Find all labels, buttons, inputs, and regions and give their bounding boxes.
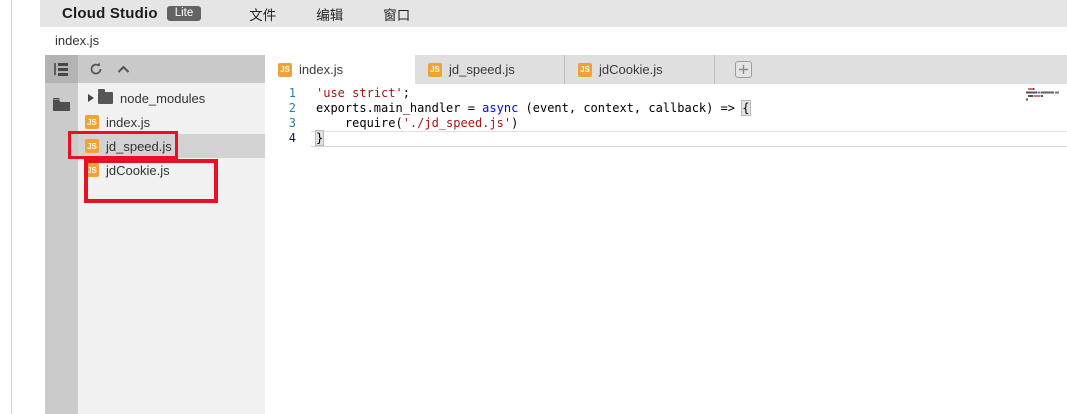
new-tab-button[interactable] <box>715 55 771 84</box>
tree-item-jdcookie-js[interactable]: JS jdCookie.js <box>78 158 265 182</box>
code-editor[interactable]: 1234 'use strict';exports.main_handler =… <box>265 84 1067 414</box>
tree-item-label: node_modules <box>120 91 205 106</box>
tree-item-label: jd_speed.js <box>106 139 172 154</box>
js-file-icon: JS <box>428 63 442 77</box>
line-number[interactable]: 3 <box>265 116 311 131</box>
tab-label: jd_speed.js <box>449 62 515 77</box>
js-file-icon: JS <box>278 63 292 77</box>
tree-item-label: index.js <box>106 115 150 130</box>
line-number[interactable]: 1 <box>265 86 311 101</box>
tab-index-js[interactable]: JS index.js <box>265 55 415 84</box>
code-line[interactable]: exports.main_handler = async (event, con… <box>316 101 1021 116</box>
code-line[interactable]: 'use strict'; <box>316 86 1021 101</box>
app-logo: Cloud Studio <box>62 5 158 22</box>
js-file-icon: JS <box>85 139 99 153</box>
file-tree: node_modules JS index.js JS jd_speed.js … <box>78 83 265 182</box>
tab-jdcookie-js[interactable]: JS jdCookie.js <box>565 55 715 84</box>
line-number[interactable]: 4 <box>265 131 311 146</box>
tab-jd-speed-js[interactable]: JS jd_speed.js <box>415 55 565 84</box>
tree-item-index-js[interactable]: JS index.js <box>78 110 265 134</box>
explorer-toolbar <box>78 55 265 83</box>
line-number-gutter[interactable]: 1234 <box>265 86 311 146</box>
tab-label: jdCookie.js <box>599 62 663 77</box>
code-lines[interactable]: 'use strict';exports.main_handler = asyn… <box>316 86 1021 146</box>
folder-icon <box>53 98 70 111</box>
refresh-icon[interactable] <box>89 62 103 76</box>
menu-item-window[interactable]: 窗口 <box>363 4 430 24</box>
js-file-icon: JS <box>85 115 99 129</box>
js-file-icon: JS <box>578 63 592 77</box>
menu-bar: 文件 编辑 窗口 <box>229 4 430 24</box>
tree-item-label: jdCookie.js <box>106 163 170 178</box>
menu-item-file[interactable]: 文件 <box>229 4 296 24</box>
plus-icon <box>735 61 752 78</box>
file-explorer-panel: node_modules JS index.js JS jd_speed.js … <box>78 55 265 414</box>
code-line[interactable]: require('./jd_speed.js') <box>316 116 1021 131</box>
top-menu-bar: Cloud Studio Lite 文件 编辑 窗口 <box>40 0 1067 27</box>
outline-tree-icon <box>54 62 70 76</box>
app-window: Cloud Studio Lite 文件 编辑 窗口 index.js <box>0 0 1067 414</box>
window-title: index.js <box>40 27 1067 55</box>
collapse-up-icon[interactable] <box>117 65 130 74</box>
menu-item-edit[interactable]: 编辑 <box>296 4 363 24</box>
expand-caret-icon[interactable] <box>84 94 98 102</box>
explorer-outline-button[interactable] <box>45 55 78 83</box>
left-edge-divider <box>11 0 12 414</box>
editor-region: JS index.js JS jd_speed.js JS jdCookie.j… <box>265 55 1067 414</box>
line-number[interactable]: 2 <box>265 101 311 116</box>
tab-strip: JS index.js JS jd_speed.js JS jdCookie.j… <box>265 55 1067 84</box>
code-line[interactable]: } <box>316 131 1021 146</box>
js-file-icon: JS <box>85 163 99 177</box>
tab-label: index.js <box>299 62 343 77</box>
tree-item-node-modules[interactable]: node_modules <box>78 86 265 110</box>
activity-bar <box>45 55 78 414</box>
tree-item-jd-speed-js[interactable]: JS jd_speed.js <box>78 134 265 158</box>
folder-icon <box>98 92 113 104</box>
lite-badge: Lite <box>167 6 202 21</box>
files-button[interactable] <box>45 90 78 118</box>
minimap[interactable] <box>1025 87 1063 102</box>
